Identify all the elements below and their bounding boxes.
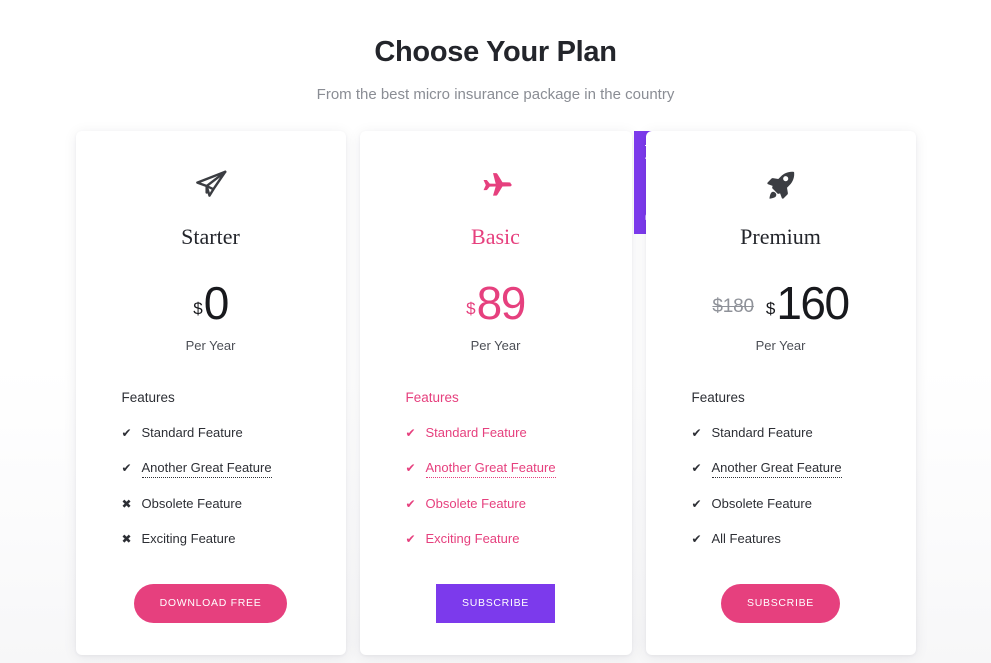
feature-label[interactable]: Another Great Feature (425, 459, 556, 478)
price-row: $0 (76, 274, 346, 329)
features-list: Features ✔ Standard Feature ✔ Another Great … (646, 389, 916, 548)
cta-button-premium[interactable]: SUBSCRIBE (721, 584, 840, 623)
price-currency: $ (193, 299, 203, 318)
check-icon: ✔ (405, 497, 416, 511)
feature-label[interactable]: Another Great Feature (711, 459, 842, 478)
price-row: $180 $160 (646, 274, 916, 329)
pricing-card-basic: RecommendedBasic$89Per YearFeatures✔Stan… (359, 131, 667, 655)
paper-plane-icon (76, 165, 346, 205)
old-price: $180 (712, 296, 754, 317)
rocket-icon (646, 165, 916, 205)
check-icon: ✔ (691, 426, 702, 440)
feature-item: ✖ Obsolete Feature (122, 495, 346, 513)
feature-label: Exciting Feature (425, 531, 520, 546)
feature-label: Obsolete Feature (425, 496, 526, 511)
features-list: Features ✔ Standard Feature ✔ Another Great … (76, 389, 346, 548)
check-icon: ✔ (405, 426, 416, 440)
plan-name: Basic (471, 224, 520, 249)
feature-item: ✔ Obsolete Feature (692, 495, 916, 513)
pricing-card-starter: Starter $0 Per Year Features ✔ Standard Featu… (75, 131, 346, 655)
feature-label: Obsolete Feature (711, 496, 812, 511)
feature-item: ✔ Another Great Feature (122, 459, 346, 478)
plan-name: Premium (740, 224, 821, 249)
cta-button-basic[interactable]: SUBSCRIBE (436, 584, 555, 623)
price-amount: 0 (203, 276, 230, 329)
price-period: Per Year (470, 338, 521, 353)
check-icon: ✔ (691, 497, 702, 511)
features-title: Features (405, 390, 459, 405)
current-price: $160 (765, 276, 850, 329)
check-icon: ✔ (691, 532, 702, 546)
current-price: $0 (193, 276, 230, 329)
feature-label: Standard Feature (711, 425, 813, 440)
check-icon: ✔ (405, 532, 416, 546)
feature-item: ✔ Standard Feature (692, 424, 916, 442)
airplane-icon (360, 165, 632, 205)
feature-item: ✔ Standard Feature (406, 424, 632, 442)
pricing-page: Choose Your Plan From the best micro ins… (0, 0, 991, 663)
features-title: Features (691, 390, 745, 405)
cta-wrapper: SUBSCRIBE (646, 584, 916, 623)
check-icon: ✔ (121, 461, 132, 475)
page-title: Choose Your Plan (374, 36, 617, 68)
check-icon: ✔ (691, 461, 702, 475)
feature-label: Standard Feature (141, 425, 243, 440)
feature-label: Standard Feature (425, 425, 527, 440)
feature-item: ✔ Another Great Feature (406, 459, 632, 478)
price-period: Per Year (755, 338, 806, 353)
features-title: Features (121, 390, 175, 405)
cta-wrapper: DOWNLOAD FREE (76, 584, 346, 623)
feature-item: ✔ Exciting Feature (406, 530, 632, 548)
feature-item: ✔ Standard Feature (122, 424, 346, 442)
feature-label: Obsolete Feature (141, 496, 242, 511)
pricing-cards-row: Starter $0 Per Year Features ✔ Standard Featu… (0, 131, 991, 655)
cross-icon: ✖ (121, 532, 132, 546)
price-amount: 89 (476, 276, 527, 329)
feature-item: ✔ All Features (692, 530, 916, 548)
feature-item: ✔ Obsolete Feature (406, 495, 632, 513)
price-row: $89 (360, 274, 632, 329)
cross-icon: ✖ (121, 497, 132, 511)
feature-item: ✖ Exciting Feature (122, 530, 346, 548)
price-currency: $ (466, 299, 476, 318)
price-amount: 160 (776, 276, 850, 329)
cta-wrapper: SUBSCRIBE (360, 584, 632, 623)
pricing-card-premium: Premium $180 $160 Per Year Features ✔ Standard… (645, 131, 916, 655)
cta-button-starter[interactable]: DOWNLOAD FREE (133, 584, 288, 623)
check-icon: ✔ (405, 461, 416, 475)
feature-item: ✔ Another Great Feature (692, 459, 916, 478)
plan-name: Starter (181, 224, 240, 249)
price-currency: $ (765, 299, 776, 318)
page-subtitle: From the best micro insurance package in… (316, 86, 675, 103)
check-icon: ✔ (121, 426, 132, 440)
price-period: Per Year (185, 338, 236, 353)
feature-label[interactable]: Another Great Feature (141, 459, 272, 478)
feature-label: Exciting Feature (141, 531, 236, 546)
page-header: Choose Your Plan From the best micro ins… (0, 0, 991, 105)
feature-label: All Features (711, 531, 781, 546)
current-price: $89 (466, 276, 527, 329)
features-list: Features ✔ Standard Feature ✔ Another Great … (360, 389, 632, 548)
